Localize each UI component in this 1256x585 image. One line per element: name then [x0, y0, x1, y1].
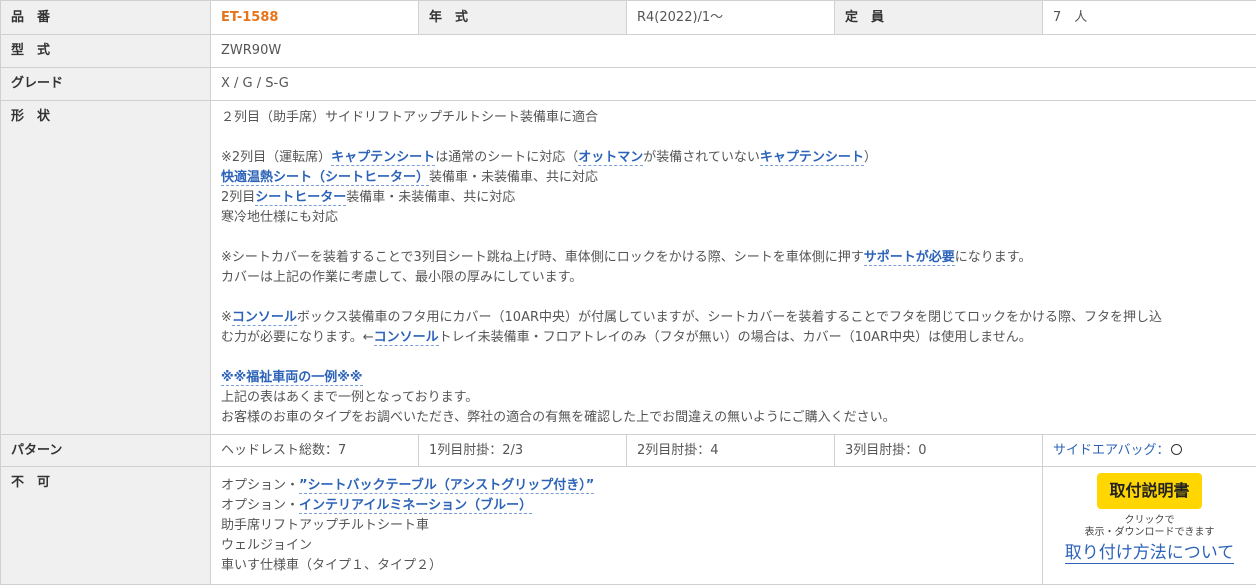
spec-table: 品 番 ET-1588 年 式 R4(2022)/1～ 定 員 7 人 型 式 … [0, 0, 1256, 585]
keyword-link[interactable]: インテリアイルミネーション（ブルー） [299, 498, 532, 514]
keyword-link[interactable]: コンソール [232, 310, 297, 326]
manual-button[interactable]: 取付説明書 [1097, 473, 1201, 509]
manual-note: クリックで 表示・ダウンロードできます [1047, 515, 1252, 539]
install-howto-link[interactable]: 取り付け方法について [1065, 543, 1235, 564]
shape-line-note-2: お客様のお車のタイプをお調べいただき、弊社の適合の有無を確認した上でお間違えの無… [221, 408, 1248, 428]
shape-line-1: ２列目（助手席）サイドリフトアップチルトシート装備車に適合 [221, 108, 1248, 128]
shape-line-welfare: ※※福祉車両の一例※※ [221, 368, 1248, 388]
keyword-link[interactable]: キャプテンシート [760, 150, 864, 166]
not-possible-item: オプション・インテリアイルミネーション（ブルー） [221, 496, 1034, 516]
shape-line-row2-heater: 2列目シートヒーター装備車・未装備車、共に対応 [221, 188, 1248, 208]
row-grade: グレード X / G / S-G [1, 68, 1256, 101]
pattern-label: パターン [1, 435, 211, 467]
keyword-link[interactable]: オットマン [578, 150, 643, 166]
not-possible-label: 不 可 [1, 467, 211, 585]
not-possible-item: 車いす仕様車（タイプ１、タイプ２） [221, 556, 1034, 576]
keyword-link[interactable]: キャプテンシート [331, 150, 435, 166]
capacity-value: 7 人 [1043, 1, 1256, 35]
model-label: 型 式 [1, 35, 211, 68]
pattern-side-airbag: サイドエアバッグ： [1043, 435, 1256, 467]
row-shape: 形 状 ２列目（助手席）サイドリフトアップチルトシート装備車に適合 ※2列目（運… [1, 101, 1256, 435]
product-no-value: ET-1588 [211, 1, 419, 35]
keyword-link[interactable]: コンソール [374, 330, 439, 346]
keyword-link[interactable]: ”シートバックテーブル（アシストグリップ付き）” [299, 478, 594, 494]
keyword-link[interactable]: シートヒーター [255, 190, 346, 206]
grade-label: グレード [1, 68, 211, 101]
shape-line-captain: ※2列目（運転席）キャプテンシートは通常のシートに対応（オットマンが装備されてい… [221, 148, 1248, 168]
keyword-link[interactable]: サポートが必要 [864, 250, 955, 266]
circle-icon [1171, 444, 1182, 455]
row-product: 品 番 ET-1588 年 式 R4(2022)/1～ 定 員 7 人 [1, 1, 1256, 35]
shape-label: 形 状 [1, 101, 211, 435]
model-value: ZWR90W [211, 35, 1256, 68]
pattern-row1: 1列目肘掛：2/3 [419, 435, 627, 467]
capacity-label: 定 員 [835, 1, 1043, 35]
year-label: 年 式 [419, 1, 627, 35]
not-possible-item: ウェルジョイン [221, 536, 1034, 556]
shape-content: ２列目（助手席）サイドリフトアップチルトシート装備車に適合 ※2列目（運転席）キ… [211, 101, 1256, 435]
row-model: 型 式 ZWR90W [1, 35, 1256, 68]
side-airbag-label: サイドエアバッグ： [1053, 443, 1169, 458]
pattern-headrest: ヘッドレスト総数：7 [211, 435, 419, 467]
shape-line-thickness: カバーは上記の作業に考慮して、最小限の厚みにしています。 [221, 268, 1248, 288]
not-possible-item: オプション・”シートバックテーブル（アシストグリップ付き）” [221, 476, 1034, 496]
shape-line-heater: 快適温熱シート（シートヒーター）装備車・未装備車、共に対応 [221, 168, 1248, 188]
shape-line-support: ※シートカバーを装着することで3列目シート跳ね上げ時、車体側にロックをかける際、… [221, 248, 1248, 268]
not-possible-item: 助手席リフトアップチルトシート車 [221, 516, 1034, 536]
pattern-row3: 3列目肘掛：0 [835, 435, 1043, 467]
row-pattern: パターン ヘッドレスト総数：7 1列目肘掛：2/3 2列目肘掛：4 3列目肘掛：… [1, 435, 1256, 467]
not-possible-list: オプション・”シートバックテーブル（アシストグリップ付き）” オプション・インテ… [211, 467, 1043, 585]
welfare-link[interactable]: ※※福祉車両の一例※※ [221, 370, 363, 386]
year-value: R4(2022)/1～ [627, 1, 835, 35]
row-not-possible: 不 可 オプション・”シートバックテーブル（アシストグリップ付き）” オプション… [1, 467, 1256, 585]
shape-line-note-1: 上記の表はあくまで一例となっております。 [221, 388, 1248, 408]
keyword-link[interactable]: 快適温熱シート（シートヒーター） [221, 170, 429, 186]
product-no: ET-1588 [221, 10, 278, 25]
manual-cell: 取付説明書 クリックで 表示・ダウンロードできます 取り付け方法について [1043, 467, 1256, 585]
pattern-row2: 2列目肘掛：4 [627, 435, 835, 467]
shape-line-console-2: む力が必要になります。←コンソールトレイ未装備車・フロアトレイのみ（フタが無い）… [221, 328, 1248, 348]
shape-line-cold: 寒冷地仕様にも対応 [221, 208, 1248, 228]
product-no-label: 品 番 [1, 1, 211, 35]
grade-value: X / G / S-G [211, 68, 1256, 101]
shape-line-console-1: ※コンソールボックス装備車のフタ用にカバー（10AR中央）が付属していますが、シ… [221, 308, 1248, 328]
